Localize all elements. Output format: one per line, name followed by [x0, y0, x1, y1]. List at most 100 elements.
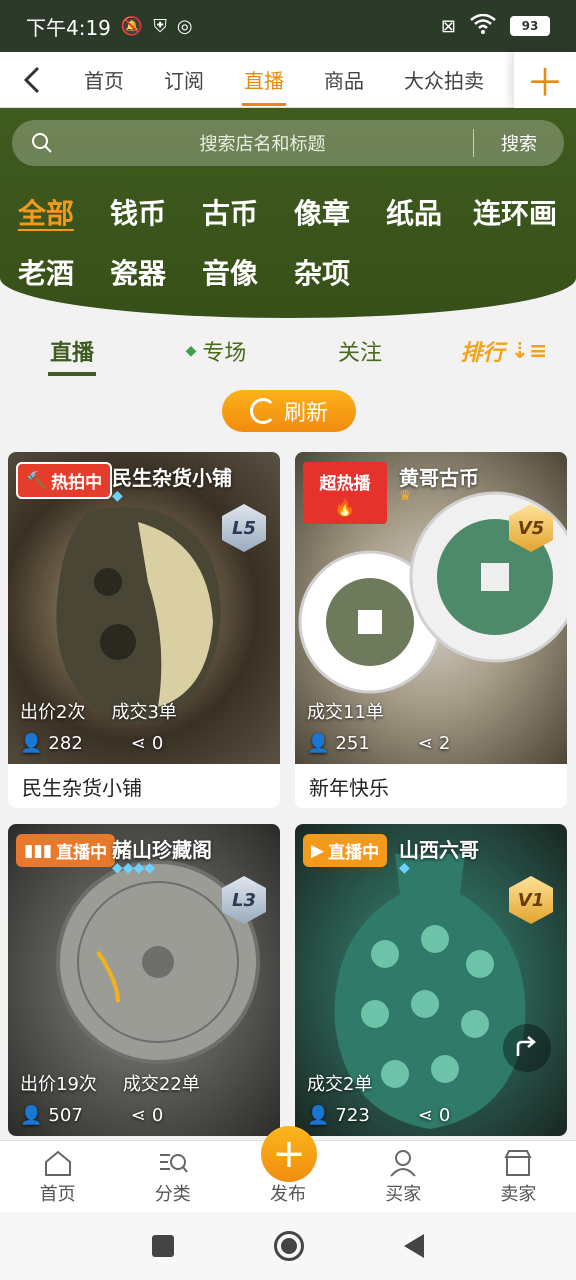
live-card-image: 超热播 🔥 黄哥古币 ♛ V5 成交11单 👤 251 ⋖ 2 — [295, 452, 567, 764]
share-button[interactable] — [503, 1024, 551, 1072]
flame-icon: 🔥 — [334, 497, 356, 518]
status-bar: 下午4:19 🔕 ⛨ ◎ ⊠ 93 — [0, 0, 576, 52]
tab-subscribe[interactable]: 订阅 — [144, 52, 224, 108]
share-count-group: ⋖ 2 — [418, 733, 451, 754]
live-badge: ▮▮▮ 直播中 — [16, 834, 116, 867]
category-header: 搜索店名和标题 搜索 全部 钱币 古币 像章 纸品 连环画 老酒 瓷器 音像 杂… — [0, 108, 576, 318]
battery-icon: 93 — [510, 16, 550, 36]
bottom-nav-category[interactable]: 分类 — [115, 1141, 230, 1212]
super-hot-badge: 超热播 🔥 — [303, 462, 387, 524]
subtab-live-label: 直播 — [49, 341, 94, 366]
search-button[interactable]: 搜索 — [474, 130, 564, 156]
category-icon — [158, 1146, 188, 1180]
live-card[interactable]: 🔨 热拍中 民生杂货小铺 ◆ L5 出价2次 成交3单 👤 282 ⋖ 0 民生杂货… — [8, 452, 280, 808]
category-all[interactable]: 全部 — [0, 192, 92, 232]
share-arrow-icon — [516, 1036, 536, 1056]
subtab-rank[interactable]: 排行 ⇣≡ — [432, 326, 576, 376]
deal-count: 成交22单 — [122, 1074, 200, 1095]
home-button[interactable] — [274, 1231, 304, 1261]
shop-name: 黄哥古币 — [399, 466, 479, 490]
category-ancient-coins[interactable]: 古币 — [184, 192, 276, 232]
shop-name: 赭山珍藏阁 — [112, 838, 212, 862]
hot-auction-badge: 🔨 热拍中 — [16, 462, 113, 499]
play-icon: ▶ — [311, 840, 325, 861]
share-icon: ⋖ — [130, 733, 146, 754]
share-count: 0 — [151, 733, 164, 754]
live-card[interactable]: 超热播 🔥 黄哥古币 ♛ V5 成交11单 👤 251 ⋖ 2 新年快乐 — [295, 452, 567, 808]
subtab-live[interactable]: 直播 — [0, 326, 144, 376]
person-icon: 👤 — [20, 1105, 43, 1126]
status-time: 下午4:19 — [26, 15, 111, 40]
subtab-special[interactable]: ◆ 专场 — [144, 326, 288, 376]
card-stats: 成交11单 — [307, 698, 384, 724]
person-icon: 👤 — [307, 1105, 330, 1126]
bottom-nav-home[interactable]: 首页 — [0, 1141, 115, 1212]
share-count-group: ⋖ 0 — [131, 1105, 164, 1126]
home-icon — [43, 1146, 73, 1180]
recents-button[interactable] — [152, 1235, 174, 1257]
viewer-count: 723 — [335, 1105, 370, 1126]
bottom-nav-category-label: 分类 — [154, 1184, 191, 1205]
refresh-button[interactable]: 刷新 — [222, 390, 356, 432]
bars-icon: ▮▮▮ — [24, 840, 53, 861]
hammer-icon: 🔨 — [26, 470, 48, 491]
card-title: 民生杂货小铺 — [22, 775, 142, 800]
live-card[interactable]: ▶ 直播中 山西六哥 ◆ V1 成交2单 👤 723 ⋖ 0 — [295, 824, 567, 1136]
shop-name: 山西六哥 — [399, 838, 479, 862]
category-porcelain[interactable]: 瓷器 — [92, 252, 184, 292]
back-icon[interactable] — [0, 52, 64, 108]
crown-rank-icon: ♛ — [399, 488, 412, 504]
live-card[interactable]: ▮▮▮ 直播中 赭山珍藏阁 ◆◆◆◆ L3 出价19次 成交22单 👤 507 ⋖… — [8, 824, 280, 1136]
tab-goods[interactable]: 商品 — [304, 52, 384, 108]
bottom-nav-seller[interactable]: 卖家 — [461, 1141, 576, 1212]
shop-name: 民生杂货小铺 — [112, 466, 232, 490]
diamond-rank-icon: ◆◆◆◆ — [112, 860, 156, 876]
bottom-nav-buyer-label: 买家 — [385, 1184, 422, 1205]
deal-count: 成交3单 — [111, 702, 177, 723]
tab-public-auction[interactable]: 大众拍卖 — [384, 52, 504, 108]
sim-off-icon: ⊠ — [440, 15, 456, 37]
card-stats: 成交2单 — [307, 1070, 372, 1096]
refresh-icon — [249, 398, 276, 424]
sub-tabs: 直播 ◆ 专场 关注 排行 ⇣≡ — [0, 326, 576, 376]
add-tab-button[interactable]: ＋ — [514, 51, 576, 108]
live-card-image: ▮▮▮ 直播中 赭山珍藏阁 ◆◆◆◆ L3 出价19次 成交22单 👤 507 ⋖… — [8, 824, 280, 1136]
viewer-count-group: 👤 723 — [307, 1105, 370, 1126]
tab-home[interactable]: 首页 — [64, 52, 144, 108]
category-liquor[interactable]: 老酒 — [0, 252, 92, 292]
category-comics[interactable]: 连环画 — [460, 192, 570, 232]
location-icon: ◎ — [176, 15, 193, 37]
category-misc[interactable]: 杂项 — [276, 252, 368, 292]
wifi-icon — [470, 13, 496, 39]
category-badges[interactable]: 像章 — [276, 192, 368, 232]
share-icon: ⋖ — [130, 1105, 146, 1126]
person-icon: 👤 — [307, 733, 330, 754]
card-counts: 👤 507 ⋖ 0 — [20, 1105, 163, 1126]
viewer-count: 251 — [335, 733, 370, 754]
store-icon — [503, 1146, 533, 1180]
category-paper[interactable]: 纸品 — [368, 192, 460, 232]
subtab-special-label: 专场 — [202, 341, 247, 366]
category-grid: 全部 钱币 古币 像章 纸品 连环画 老酒 瓷器 音像 杂项 — [0, 182, 576, 302]
publish-button[interactable]: + — [261, 1126, 317, 1182]
subtab-follow[interactable]: 关注 — [288, 326, 432, 376]
system-nav-bar — [0, 1212, 576, 1280]
sort-icon: ⇣≡ — [510, 338, 548, 364]
person-icon: 👤 — [20, 733, 43, 754]
tab-live[interactable]: 直播 — [224, 52, 304, 108]
share-icon: ⋖ — [417, 1105, 433, 1126]
subtab-rank-label: 排行 — [460, 341, 505, 366]
back-button[interactable] — [404, 1234, 424, 1258]
diamond-rank-icon: ◆ — [112, 488, 123, 504]
top-nav: 首页 订阅 直播 商品 大众拍卖 ＋ — [0, 51, 576, 108]
category-coins[interactable]: 钱币 — [92, 192, 184, 232]
search-input[interactable]: 搜索店名和标题 — [72, 130, 473, 156]
share-icon: ⋖ — [417, 733, 433, 754]
viewer-count: 282 — [48, 733, 83, 754]
category-audio-video[interactable]: 音像 — [184, 252, 276, 292]
search-bar[interactable]: 搜索店名和标题 搜索 — [12, 120, 564, 166]
refresh-label: 刷新 — [283, 401, 328, 426]
card-counts: 👤 282 ⋖ 0 — [20, 733, 163, 754]
bottom-nav-buyer[interactable]: 买家 — [346, 1141, 461, 1212]
bottom-nav-seller-label: 卖家 — [500, 1184, 537, 1205]
